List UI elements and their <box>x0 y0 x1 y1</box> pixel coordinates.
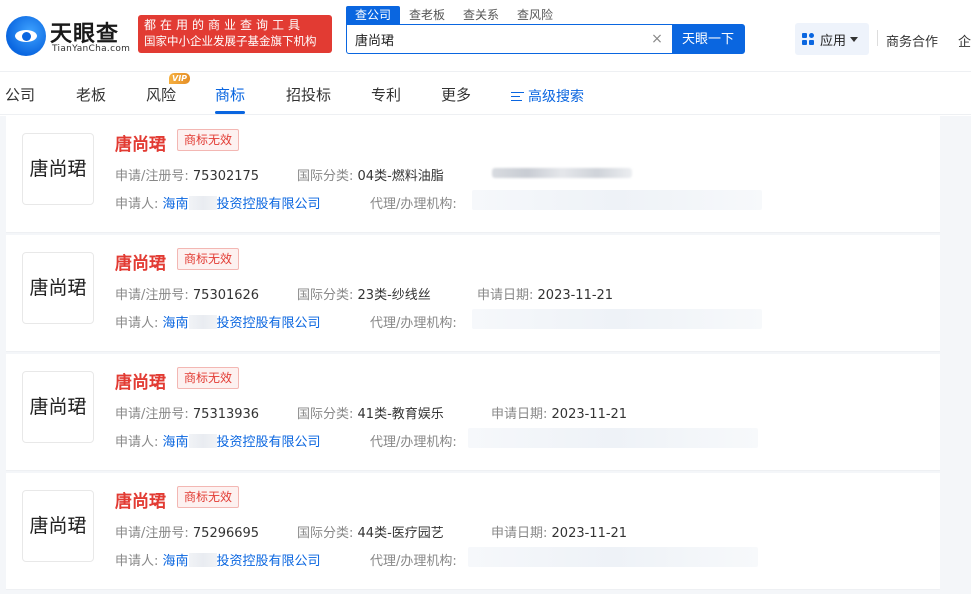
advanced-search-link[interactable]: 高级搜索 <box>511 86 584 106</box>
search-tab-company[interactable]: 查公司 <box>346 6 401 24</box>
search-box: × 天眼一下 <box>346 24 745 54</box>
slogan-line1: 都在用的商业查询工具 <box>144 18 305 32</box>
intl-class-field: 国际分类: 23类-纱线丝 <box>297 288 431 303</box>
agent-field: 代理/办理机构: <box>370 435 457 450</box>
applicant-link[interactable]: 海南 投资控股有限公司 <box>163 315 321 331</box>
apps-label: 应用 <box>820 33 847 49</box>
reg-no-value: 75301626 <box>192 288 260 303</box>
applicant-field: 申请人: 海南 投资控股有限公司 <box>115 196 321 212</box>
top-header: 天眼查 TianYanCha.com 都在用的商业查询工具 国家中小企业发展子基… <box>0 0 971 72</box>
apply-date-value: 2023-11-21 <box>551 526 628 541</box>
clear-icon[interactable]: × <box>649 31 665 47</box>
reg-no-value: 75313936 <box>192 407 260 422</box>
reg-no-field: 申请/注册号: 75302175 <box>115 169 260 184</box>
header-divider <box>877 30 878 46</box>
category-nav: 公司 老板 风险 VIP 商标 招投标 专利 更多 高级搜索 <box>0 73 971 115</box>
tab-boss[interactable]: 老板 <box>76 84 106 105</box>
business-cooperation-link[interactable]: 商务合作 <box>886 31 938 50</box>
status-badge: 商标无效 <box>177 129 240 151</box>
intl-class-value: 41类-教育娱乐 <box>357 407 444 422</box>
trademark-card[interactable]: 唐尚珺 唐尚珺 商标无效 申请/注册号: 75301626 国际分类: 23类-… <box>6 235 940 352</box>
search-tab-risk[interactable]: 查风险 <box>508 6 562 24</box>
redacted-agent <box>468 547 758 567</box>
trademark-name[interactable]: 唐尚珺 <box>115 249 166 274</box>
intl-class-field: 国际分类: 44类-医疗园艺 <box>297 526 444 541</box>
intl-class-value: 04类-燃料油脂 <box>357 169 444 184</box>
redacted-agent <box>468 428 758 448</box>
applicant-link[interactable]: 海南 投资控股有限公司 <box>163 553 321 569</box>
tab-trademark[interactable]: 商标 <box>215 84 245 105</box>
tab-patent[interactable]: 专利 <box>371 84 401 105</box>
search-tab-relation[interactable]: 查关系 <box>454 6 508 24</box>
intl-class-value: 44类-医疗园艺 <box>357 526 444 541</box>
agent-field: 代理/办理机构: <box>370 197 457 212</box>
reg-no-value: 75302175 <box>192 169 260 184</box>
applicant-field: 申请人: 海南 投资控股有限公司 <box>115 553 321 569</box>
agent-field: 代理/办理机构: <box>370 554 457 569</box>
tab-more[interactable]: 更多 <box>441 84 471 105</box>
filter-icon <box>511 91 524 102</box>
trademark-name[interactable]: 唐尚珺 <box>115 487 166 512</box>
slogan-line2: 国家中小企业发展子基金旗下机构 <box>144 34 317 48</box>
redacted-agent <box>472 190 762 210</box>
tab-bidding[interactable]: 招投标 <box>286 84 331 105</box>
vip-badge: VIP <box>169 73 191 84</box>
applicant-link[interactable]: 海南 投资控股有限公司 <box>163 196 321 212</box>
trademark-card[interactable]: 唐尚珺 唐尚珺 商标无效 申请/注册号: 75313936 国际分类: 41类-… <box>6 354 940 471</box>
tianyancha-logo[interactable]: 天眼查 TianYanCha.com <box>6 14 134 60</box>
agent-field: 代理/办理机构: <box>370 316 457 331</box>
search-input[interactable] <box>347 25 657 53</box>
applicant-field: 申请人: 海南 投资控股有限公司 <box>115 315 321 331</box>
applicant-field: 申请人: 海南 投资控股有限公司 <box>115 434 321 450</box>
trademark-card[interactable]: 唐尚珺 唐尚珺 商标无效 申请/注册号: 75296695 国际分类: 44类-… <box>6 473 940 590</box>
apply-date-field: 申请日期: 2023-11-21 <box>477 288 614 303</box>
apply-date-value: 2023-11-21 <box>537 288 614 303</box>
status-badge: 商标无效 <box>177 486 240 508</box>
trademark-image[interactable]: 唐尚珺 <box>22 490 94 562</box>
trademark-image[interactable]: 唐尚珺 <box>22 252 94 324</box>
reg-no-field: 申请/注册号: 75296695 <box>115 526 260 541</box>
chevron-down-icon <box>850 36 859 42</box>
slogan-badge: 都在用的商业查询工具 国家中小企业发展子基金旗下机构 <box>138 15 332 53</box>
enterprise-link[interactable]: 企 <box>958 31 971 50</box>
grid-icon <box>802 32 815 46</box>
active-tab-indicator <box>215 111 245 114</box>
intl-class-value: 23类-纱线丝 <box>357 288 431 303</box>
intl-class-field: 国际分类: 41类-教育娱乐 <box>297 407 444 422</box>
apply-date-field: 申请日期: 2023-11-21 <box>491 526 628 541</box>
logo-domain: TianYanCha.com <box>52 44 131 54</box>
reg-no-field: 申请/注册号: 75313936 <box>115 407 260 422</box>
tab-company[interactable]: 公司 <box>5 84 35 105</box>
eye-logo-icon <box>6 16 46 56</box>
intl-class-field: 国际分类: 04类-燃料油脂 <box>297 169 444 184</box>
trademark-name[interactable]: 唐尚珺 <box>115 368 166 393</box>
reg-no-field: 申请/注册号: 75301626 <box>115 288 260 303</box>
search-button[interactable]: 天眼一下 <box>672 25 744 53</box>
reg-no-value: 75296695 <box>192 526 260 541</box>
apps-menu-button[interactable]: 应用 <box>795 23 869 55</box>
trademark-result-list: 唐尚珺 唐尚珺 商标无效 申请/注册号: 75302175 国际分类: 04类-… <box>0 116 971 594</box>
applicant-link[interactable]: 海南 投资控股有限公司 <box>163 434 321 450</box>
trademark-name[interactable]: 唐尚珺 <box>115 130 166 155</box>
redacted-agent <box>472 309 762 329</box>
search-tab-boss[interactable]: 查老板 <box>400 6 454 24</box>
apply-date-value: 2023-11-21 <box>551 407 628 422</box>
trademark-image[interactable]: 唐尚珺 <box>22 133 94 205</box>
apply-date-field: 申请日期: 2023-11-21 <box>491 407 628 422</box>
redacted-date <box>492 168 632 178</box>
status-badge: 商标无效 <box>177 367 240 389</box>
advanced-search-label: 高级搜索 <box>528 89 584 105</box>
status-badge: 商标无效 <box>177 248 240 270</box>
trademark-image[interactable]: 唐尚珺 <box>22 371 94 443</box>
tab-risk[interactable]: 风险 <box>146 84 176 105</box>
search-type-tabs: 查公司 查老板 查关系 查风险 <box>346 6 562 24</box>
trademark-card[interactable]: 唐尚珺 唐尚珺 商标无效 申请/注册号: 75302175 国际分类: 04类-… <box>6 116 940 233</box>
